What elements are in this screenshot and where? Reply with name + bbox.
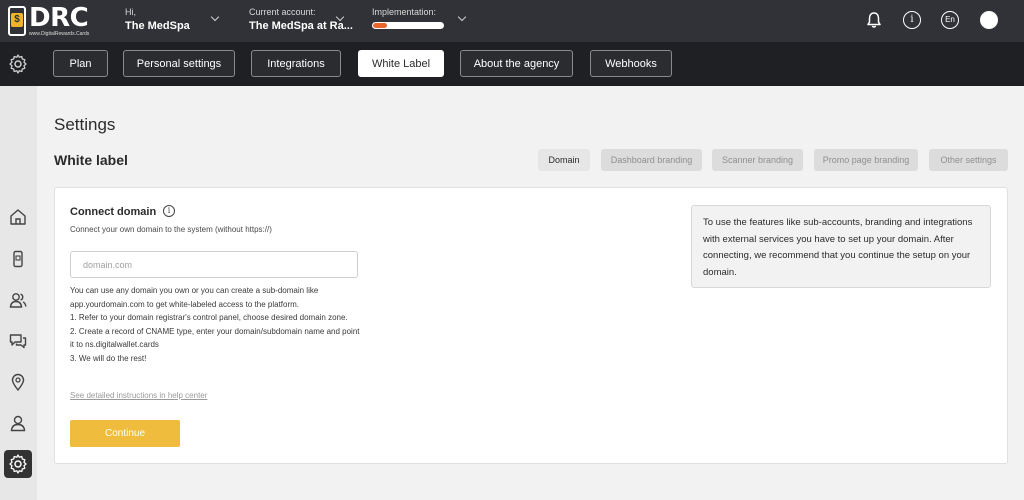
user-icon[interactable] bbox=[8, 413, 28, 433]
instruction-step-3: 3. We will do the rest! bbox=[70, 353, 147, 363]
logo-subtext: www.DigitalRewards.Cards bbox=[29, 31, 90, 37]
help-center-link[interactable]: See detailed instructions in help center bbox=[70, 391, 207, 400]
language-icon[interactable]: En bbox=[941, 11, 959, 29]
tab-webhooks[interactable]: Webhooks bbox=[590, 50, 672, 77]
chat-icon[interactable] bbox=[8, 331, 28, 351]
tab-personal-settings[interactable]: Personal settings bbox=[123, 50, 235, 77]
tab-about-agency[interactable]: About the agency bbox=[460, 50, 573, 77]
language-label: En bbox=[945, 15, 955, 24]
instruction-step-2: 2. Create a record of CNAME type, enter … bbox=[70, 326, 360, 350]
domain-input[interactable] bbox=[70, 251, 358, 278]
chevron-down-icon[interactable] bbox=[210, 12, 220, 22]
greeting-label: Hi, bbox=[125, 7, 136, 17]
users-icon[interactable] bbox=[8, 290, 28, 310]
subtab-domain[interactable]: Domain bbox=[538, 149, 590, 171]
implementation-label: Implementation: bbox=[372, 7, 437, 17]
greeting: Hi, The MedSpa bbox=[125, 7, 190, 34]
chevron-down-icon[interactable] bbox=[457, 12, 467, 22]
implementation-progress[interactable]: Implementation: bbox=[372, 7, 444, 29]
subtab-promo-page-branding[interactable]: Promo page branding bbox=[814, 149, 918, 171]
info-icon[interactable]: i bbox=[163, 205, 175, 217]
logo-text: DRC bbox=[29, 3, 89, 33]
card-icon[interactable] bbox=[8, 249, 28, 269]
page-title: Settings bbox=[54, 115, 116, 134]
domain-instructions: You can use any domain you own or you ca… bbox=[70, 284, 362, 366]
continue-button[interactable]: Continue bbox=[70, 420, 180, 447]
location-icon[interactable] bbox=[8, 372, 28, 392]
subtab-scanner-branding[interactable]: Scanner branding bbox=[712, 149, 803, 171]
gear-icon[interactable] bbox=[8, 54, 28, 74]
greeting-name: The MedSpa bbox=[125, 20, 190, 32]
avatar[interactable] bbox=[980, 11, 998, 29]
bell-icon[interactable] bbox=[865, 11, 883, 29]
account-switcher[interactable]: Current account: The MedSpa at Ra... bbox=[249, 7, 353, 34]
tab-white-label[interactable]: White Label bbox=[358, 50, 444, 77]
phone-dollar-icon: $ bbox=[8, 6, 26, 36]
account-value: The MedSpa at Ra... bbox=[249, 20, 353, 32]
top-bar: $ DRC www.DigitalRewards.Cards Hi, The M… bbox=[0, 0, 1024, 42]
tab-plan[interactable]: Plan bbox=[53, 50, 108, 77]
instruction-step-1: 1. Refer to your domain registrar's cont… bbox=[70, 313, 348, 323]
subtab-other-settings[interactable]: Other settings bbox=[929, 149, 1008, 171]
implementation-bar bbox=[372, 22, 444, 29]
app-logo[interactable]: $ DRC www.DigitalRewards.Cards bbox=[8, 4, 89, 38]
instruction-intro: You can use any domain you own or you ca… bbox=[70, 286, 319, 309]
connect-domain-title: Connect domain bbox=[70, 206, 157, 218]
home-icon[interactable] bbox=[8, 207, 28, 227]
connect-domain-subtitle: Connect your own domain to the system (w… bbox=[70, 225, 272, 234]
subtab-dashboard-branding[interactable]: Dashboard branding bbox=[601, 149, 702, 171]
implementation-bar-fill bbox=[373, 23, 387, 28]
info-icon[interactable]: i bbox=[903, 11, 921, 29]
section-title: White label bbox=[54, 152, 128, 168]
domain-info-box: To use the features like sub-accounts, b… bbox=[691, 205, 991, 288]
gear-icon[interactable] bbox=[8, 454, 28, 474]
tab-integrations[interactable]: Integrations bbox=[251, 50, 341, 77]
